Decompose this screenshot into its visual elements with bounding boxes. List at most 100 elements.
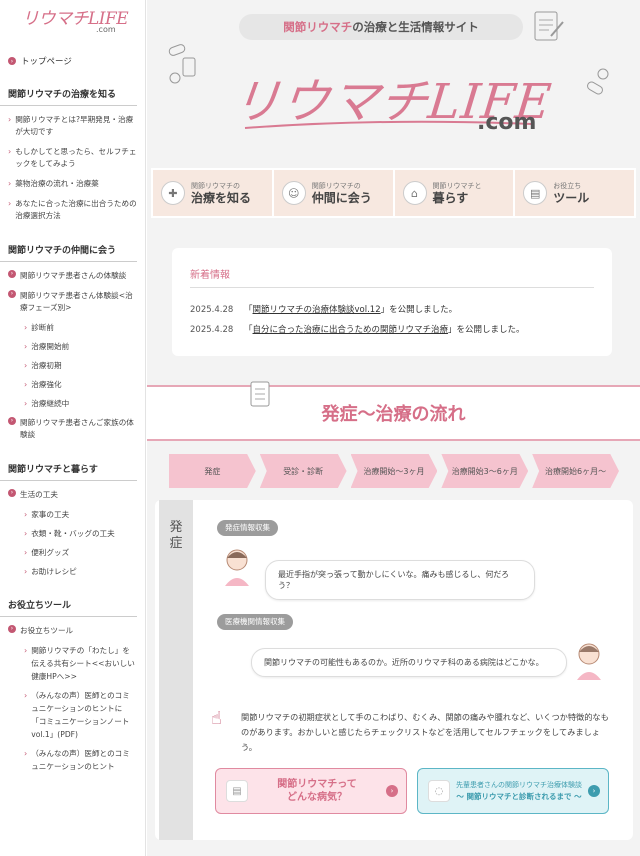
step-label: 治療開始3〜6ヶ月 (451, 466, 518, 476)
nav-tile-treatment[interactable]: ✚ 関節リウマチの 治療を知る (153, 170, 272, 216)
sidebar-item-label: 衣類・靴・バッグの工夫 (31, 529, 115, 538)
sidebar-item-label: 治療強化 (31, 380, 62, 389)
chevron-right-icon: › (8, 417, 16, 425)
sidebar-item-label: お助けレシピ (31, 567, 77, 576)
step-label: 治療開始6ヶ月〜 (545, 466, 607, 476)
chat-icon: ◌ (428, 780, 450, 802)
sidebar-item-label: （みんなの声）医師とのコミュニケーションのヒント (31, 749, 130, 771)
sidebar-item[interactable]: › 生活の工夫 (0, 485, 145, 505)
chevron-right-icon: › (24, 646, 28, 655)
sidebar-subitem[interactable]: › （みんなの声）医師とのコミュニケーションのヒントに「コミュニケーションノート … (0, 686, 145, 744)
news-bracket: 「 (244, 325, 253, 335)
sidebar-item-label: （みんなの声）医師とのコミュニケーションのヒントに「コミュニケーションノート v… (31, 691, 130, 739)
news-suffix: 」を公開しました。 (448, 325, 525, 335)
nav-tile-sub: 関節リウマチの (191, 181, 240, 190)
sidebar-subitem[interactable]: › （みんなの声）医師とのコミュニケーションのヒント (0, 744, 145, 776)
sidebar-subitem[interactable]: › お助けレシピ (0, 562, 145, 581)
woman-avatar-icon (225, 549, 249, 586)
news-panel: 新着情報 2025.4.28 「関節リウマチの治療体験談vol.12」を公開しま… (172, 248, 612, 356)
main-content: 関節リウマチ の治療と生活情報サイト リウマチLIFE .com ✚ 関節リウマチ… (147, 0, 640, 856)
sidebar-item-label: 関節リウマチ患者さんの体験談 (20, 271, 127, 280)
step-mid[interactable]: 治療開始3〜6ヶ月 (441, 454, 529, 488)
step-label: 受診・診断 (283, 466, 324, 476)
info-tag: 医療機関情報収集 (217, 614, 293, 630)
sidebar-subitem[interactable]: › 家事の工夫 (0, 505, 145, 524)
speech-bubble: 最近手指が突っ張って動かしにくいな。痛みも感じるし、何だろう？ (265, 560, 535, 600)
news-item: 2025.4.28 「自分に合った治療に出合うための関節リウマチ治療」を公開しま… (190, 320, 594, 340)
chevron-right-icon: › (24, 342, 28, 351)
sidebar-item-label: 関節リウマチ患者さん体験談<治療フェーズ別> (20, 291, 133, 312)
hand-pointer-icon: ☝ (211, 708, 222, 729)
sidebar-item-label: あなたに合った治療に出合うための治療選択方法 (15, 199, 137, 220)
chevron-right-icon: › (8, 489, 16, 497)
chevron-right-icon: › (24, 548, 28, 557)
sidebar-item-label: 関節リウマチの「わたし」を伝える共有シート<<おいしい健康HPへ>> (31, 646, 135, 681)
flow-section-title: 発症〜治療の流れ (147, 385, 640, 441)
news-item: 2025.4.28 「関節リウマチの治療体験談vol.12」を公開しました。 (190, 300, 594, 320)
site-tagline: 関節リウマチ の治療と生活情報サイト (239, 14, 523, 40)
step-late[interactable]: 治療開始6ヶ月〜 (532, 454, 619, 488)
sidebar-item-label: 治療開始前 (31, 342, 70, 351)
tagline-text: の治療と生活情報サイト (352, 20, 479, 34)
tagline-accent: 関節リウマチ (283, 20, 353, 34)
info-tag: 発症情報収集 (217, 520, 278, 536)
sidebar-item[interactable]: › 関節リウマチ患者さん体験談<治療フェーズ別> (0, 286, 145, 318)
chevron-right-icon: › (8, 179, 12, 188)
disease-info-button[interactable]: ▤ 関節リウマチって どんな病気？ › (215, 768, 407, 814)
news-bracket: 「 (244, 305, 253, 315)
pills-icon (168, 44, 196, 84)
sidebar-item[interactable]: › もしかしてと思ったら、セルフチェックをしてみよう (0, 142, 145, 174)
sidebar-item[interactable]: › 関節リウマチ患者さんの体験談 (0, 266, 145, 286)
nav-tile-label: 治療を知る (191, 190, 252, 205)
clipboard-icon: ▤ (226, 780, 248, 802)
sidebar-item-label: 関節リウマチ患者さんご家族の体験談 (20, 418, 134, 439)
step-diagnosis[interactable]: 受診・診断 (259, 454, 347, 488)
sidebar-item[interactable]: › あなたに合った治療に出合うための治療選択方法 (0, 194, 145, 226)
sidebar-item-label: 治療初期 (31, 361, 62, 370)
clipboard-icon (534, 11, 564, 41)
step-onset[interactable]: 発症 (169, 454, 256, 488)
chevron-right-icon: › (24, 361, 28, 370)
sidebar-subitem[interactable]: › 治療強化 (0, 375, 145, 394)
chevron-right-icon: › (24, 510, 28, 519)
sidebar-subitem[interactable]: › 治療継続中 (0, 394, 145, 413)
nav-tile-label: 暮らす (432, 190, 469, 205)
button-label: どんな病気？ (287, 792, 347, 803)
step-label: 治療開始〜3ヶ月 (363, 466, 425, 476)
sidebar-subitem[interactable]: › 関節リウマチの「わたし」を伝える共有シート<<おいしい健康HPへ>> (0, 641, 145, 686)
nav-tile-tools[interactable]: ▤ お役立ち ツール (515, 170, 634, 216)
sidebar-item-label: 薬物治療の流れ・治療薬 (15, 179, 99, 188)
site-logo[interactable]: リウマチLIFE .com (0, 0, 145, 52)
button-label: 先輩患者さんの関節リウマチ治療体験談 (456, 781, 582, 789)
nav-tile-living[interactable]: ⌂ 関節リウマチと 暮らす (394, 170, 514, 216)
step-early[interactable]: 治療開始〜3ヶ月 (350, 454, 438, 488)
nav-tile-peers[interactable]: ☺ 関節リウマチの 仲間に会う (273, 170, 393, 216)
sidebar-subitem[interactable]: › 治療初期 (0, 356, 145, 375)
sidebar-item[interactable]: › 薬物治療の流れ・治療薬 (0, 174, 145, 194)
sidebar-heading: お役立ちツール (0, 595, 137, 617)
sidebar-item-label: 診断前 (31, 323, 54, 332)
sidebar-heading: 関節リウマチの治療を知る (0, 84, 137, 106)
experience-story-button[interactable]: ◌ 先輩患者さんの関節リウマチ治療体験談〜 関節リウマチと診断されるまで 〜 › (417, 768, 609, 814)
chevron-right-icon: › (8, 147, 12, 156)
nav-tile-sub: お役立ち (553, 181, 582, 190)
news-title: 新着情報 (190, 266, 594, 288)
sidebar-subitem[interactable]: › 診断前 (0, 318, 145, 337)
flow-steps: 発症 受診・診断 治療開始〜3ヶ月 治療開始3〜6ヶ月 治療開始6ヶ月〜 (169, 454, 619, 488)
chevron-right-icon: › (24, 749, 28, 758)
sidebar-item[interactable]: › お役立ちツール (0, 621, 145, 641)
news-link[interactable]: 自分に合った治療に出合うための関節リウマチ治療 (253, 325, 449, 335)
sidebar-subitem[interactable]: › 衣類・靴・バッグの工夫 (0, 524, 145, 543)
button-label: 〜 関節リウマチと診断されるまで 〜 (456, 792, 582, 801)
chevron-right-icon: › (8, 57, 16, 65)
sidebar-item[interactable]: › 関節リウマチ患者さんご家族の体験談 (0, 413, 145, 445)
sidebar-subitem[interactable]: › 治療開始前 (0, 337, 145, 356)
sidebar-top-link[interactable]: › トップページ (0, 52, 145, 70)
step-label: 発症 (204, 466, 221, 476)
chevron-right-icon: › (8, 115, 12, 124)
news-link[interactable]: 関節リウマチの治療体験談vol.12 (253, 305, 381, 315)
sidebar-item[interactable]: › 関節リウマチとは?早期発見・治療が大切です (0, 110, 145, 142)
sidebar-subitem[interactable]: › 便利グッズ (0, 543, 145, 562)
chevron-right-icon: › (24, 399, 28, 408)
speech-bubble: 関節リウマチの可能性もあるのか。近所のリウマチ科のある病院はどこかな。 (251, 648, 567, 677)
